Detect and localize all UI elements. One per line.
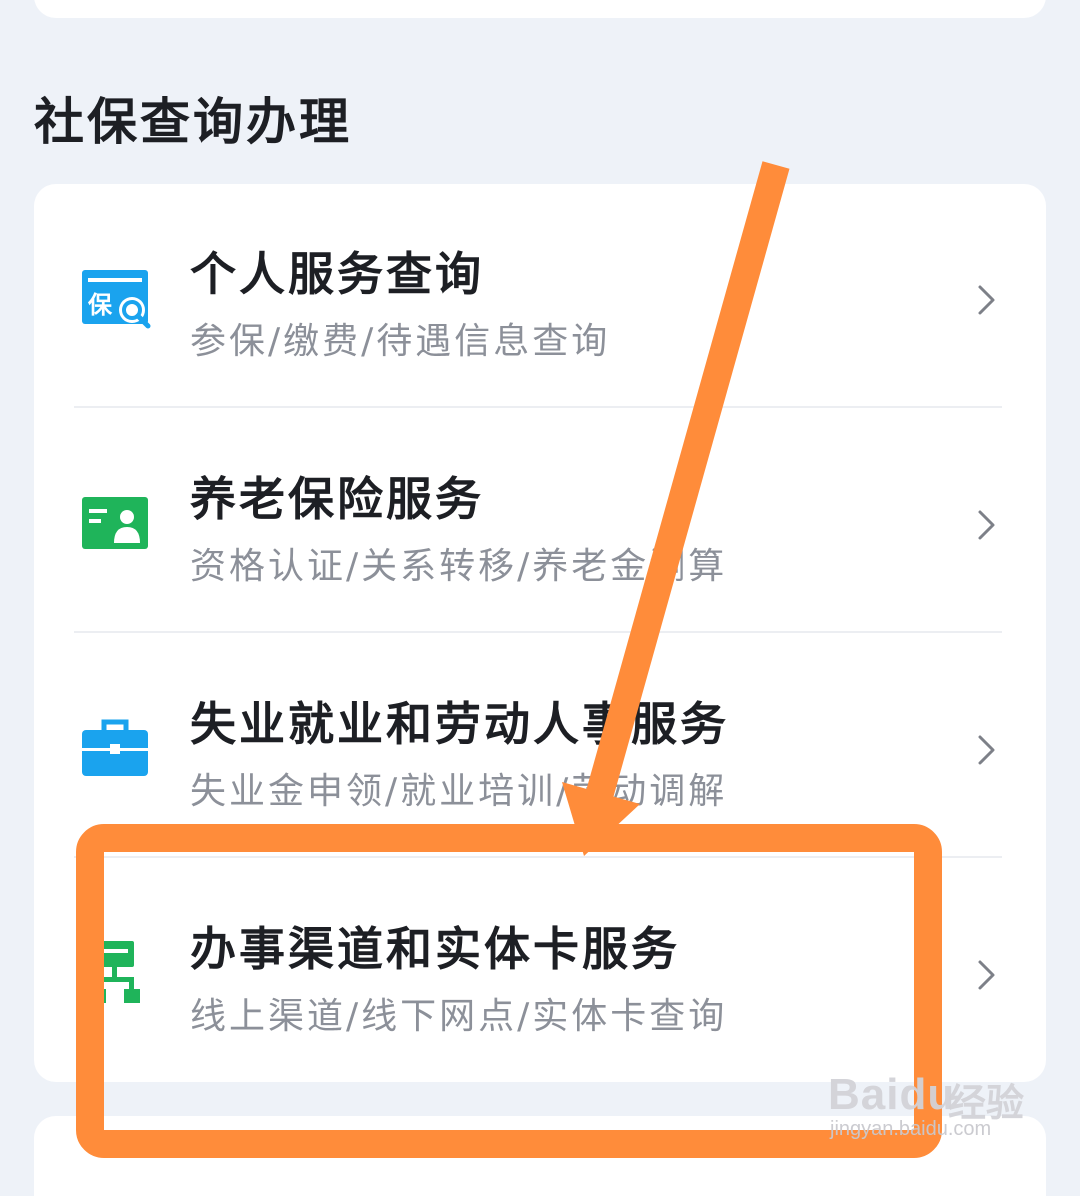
watermark-brand: Baidu (828, 1070, 956, 1119)
pension-card-icon (80, 491, 154, 555)
social-insurance-search-icon: 保 (80, 266, 154, 330)
chevron-right-icon (974, 734, 1000, 766)
divider (74, 631, 1002, 633)
service-item-personal-query[interactable]: 保 个人服务查询 参保/缴费/待遇信息查询 (34, 184, 1046, 408)
service-item-employment[interactable]: 失业就业和劳动人事服务 失业金申领/就业培训/劳动调解 (34, 634, 1046, 858)
divider (74, 856, 1002, 858)
section-title: 社保查询办理 (34, 93, 352, 151)
service-item-pension[interactable]: 养老保险服务 资格认证/关系转移/养老金测算 (34, 409, 1046, 633)
previous-card (34, 0, 1046, 18)
service-network-icon (80, 941, 154, 1005)
baidu-watermark: Baidu 经验 jingyan.baidu.com (828, 1044, 1028, 1144)
chevron-right-icon (974, 959, 1000, 991)
service-title: 办事渠道和实体卡服务 (190, 922, 680, 976)
service-subtitle: 资格认证/关系转移/养老金测算 (190, 546, 728, 587)
divider (74, 406, 1002, 408)
watermark-url: jingyan.baidu.com (830, 1118, 992, 1140)
svg-text:保: 保 (87, 291, 113, 319)
chevron-right-icon (974, 284, 1000, 316)
service-subtitle: 失业金申领/就业培训/劳动调解 (190, 771, 728, 812)
service-subtitle: 参保/缴费/待遇信息查询 (190, 321, 611, 362)
service-subtitle: 线上渠道/线下网点/实体卡查询 (190, 996, 728, 1037)
service-title: 个人服务查询 (190, 247, 484, 301)
service-list-card: 保 个人服务查询 参保/缴费/待遇信息查询 养老保险服务 资格认证/关系转移/养… (34, 184, 1046, 1082)
service-title: 失业就业和劳动人事服务 (190, 697, 729, 751)
briefcase-icon (80, 716, 154, 780)
chevron-right-icon (974, 509, 1000, 541)
service-title: 养老保险服务 (190, 472, 484, 526)
